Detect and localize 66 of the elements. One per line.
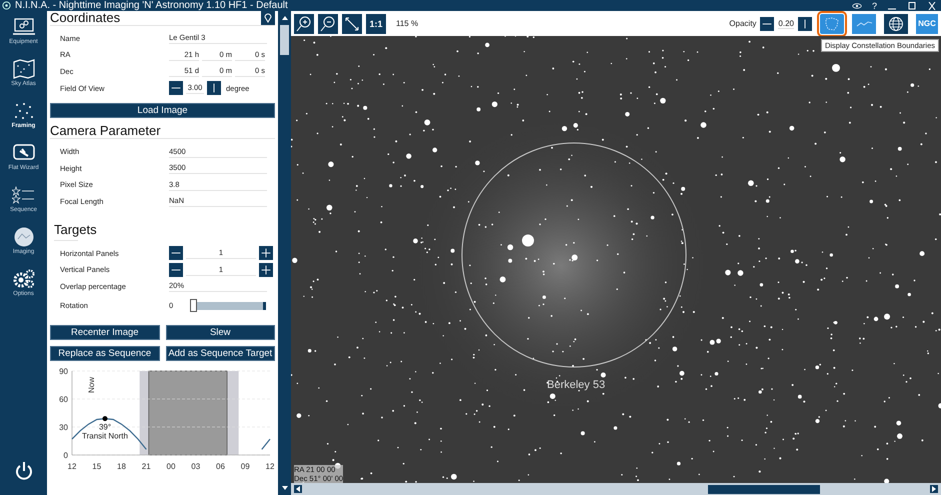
slider-thumb[interactable] — [190, 299, 197, 312]
action-button[interactable]: Replace as Sequence — [50, 346, 160, 361]
axis-tick-label: 15 — [92, 462, 102, 471]
constellation-lines-toggle[interactable] — [852, 14, 876, 34]
constellation-icon — [12, 227, 36, 247]
minus-button[interactable] — [169, 81, 183, 96]
help-button[interactable]: ? — [872, 0, 877, 10]
now-label: Now — [86, 376, 96, 393]
axis-tick-label: 18 — [117, 462, 126, 471]
section-heading: Camera Parameter — [50, 124, 161, 138]
scroll-up-icon[interactable] — [280, 14, 288, 22]
star-map-icon — [12, 59, 36, 79]
section-heading: Coordinates — [50, 11, 120, 25]
zoom-level: 115 % — [396, 19, 418, 28]
app-logo-icon — [2, 1, 11, 10]
horizontal-scrollbar[interactable] — [291, 483, 941, 495]
section-heading: Targets — [54, 222, 97, 237]
opacity-label: Opacity — [729, 19, 756, 28]
axis-tick-label: 12 — [266, 462, 274, 471]
zoom-in-icon[interactable] — [294, 14, 314, 34]
transit-label: Transit North — [82, 431, 128, 440]
axis-tick-label: 30 — [59, 422, 68, 432]
minus-button[interactable] — [169, 262, 183, 277]
action-button[interactable]: Add as Sequence Target — [166, 346, 275, 361]
star-list-icon — [12, 185, 36, 205]
scroll-left-icon[interactable] — [294, 485, 302, 493]
plus-button[interactable] — [207, 81, 221, 96]
scrollbar-thumb[interactable] — [280, 25, 289, 55]
telescope-icon — [12, 143, 36, 163]
laptop-icon — [12, 17, 36, 37]
location-pin-icon[interactable] — [261, 11, 275, 25]
maximize-icon[interactable] — [907, 2, 917, 10]
axis-tick-label: 03 — [191, 462, 200, 471]
axis-tick-label: 00 — [166, 462, 176, 471]
axis-tick-label: 90 — [59, 366, 68, 376]
axis-tick-label: 21 — [142, 462, 151, 471]
gears-icon — [12, 269, 36, 289]
axis-tick-label: 0 — [64, 450, 68, 460]
globe-grid-toggle[interactable] — [884, 14, 908, 34]
actual-size-button[interactable]: 1:1 — [366, 14, 386, 34]
scroll-down-icon[interactable] — [280, 484, 288, 492]
minus-button[interactable] — [169, 246, 183, 260]
plus-button[interactable] — [798, 16, 812, 32]
rotation-slider[interactable] — [190, 299, 266, 312]
load-image-button[interactable]: Load Image — [50, 103, 275, 118]
opacity-field[interactable]: 0.20 — [778, 18, 794, 28]
axis-tick-label: 06 — [216, 462, 225, 471]
axis-tick-label: 60 — [59, 394, 68, 404]
axis-tick-label: 09 — [240, 462, 250, 471]
window-title: N.I.N.A. - Nighttime Imaging 'N' Astronomy 1.10 HF1 - Default — [15, 0, 288, 11]
zoom-out-icon[interactable] — [318, 14, 338, 34]
plus-button[interactable] — [259, 262, 273, 277]
scrollbar-thumb[interactable] — [708, 484, 820, 494]
close-icon[interactable] — [927, 2, 937, 10]
minus-button[interactable] — [760, 16, 774, 32]
scroll-right-icon[interactable] — [930, 485, 938, 493]
axis-tick-label: 12 — [68, 462, 76, 471]
transit-altitude-label: 39° — [98, 422, 112, 432]
action-button[interactable]: Recenter Image — [50, 324, 160, 340]
constellation-boundary-toggle[interactable] — [820, 14, 844, 34]
target-name-label: Berkeley 53 — [547, 379, 606, 391]
plus-button[interactable] — [259, 246, 273, 260]
transit-point — [102, 416, 108, 421]
eye-icon[interactable] — [852, 2, 862, 10]
action-button[interactable]: Slew — [166, 324, 275, 340]
power-icon[interactable] — [14, 461, 34, 481]
